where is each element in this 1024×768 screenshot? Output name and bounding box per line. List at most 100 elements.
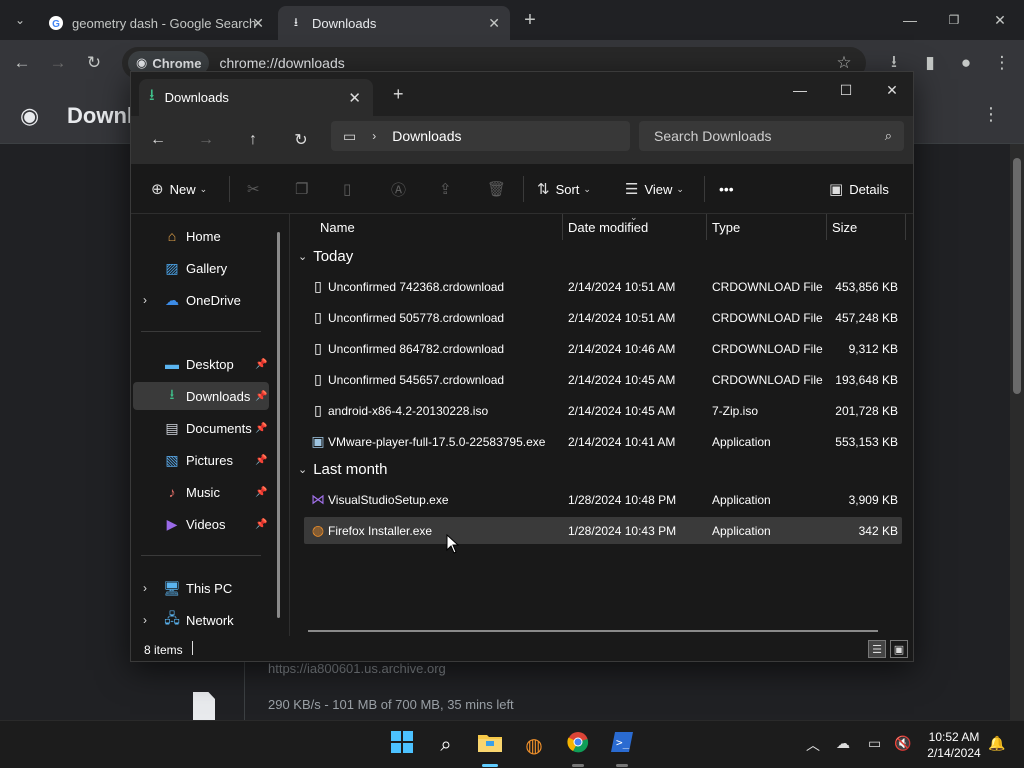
- file-row[interactable]: ▣ VMware-player-full-17.5.0-22583795.exe…: [304, 428, 902, 455]
- pin-icon[interactable]: 📌: [255, 487, 267, 498]
- tiles-view-icon[interactable]: ▣: [890, 640, 908, 658]
- view-button[interactable]: ☰ View ⌄: [625, 176, 684, 202]
- reload-icon[interactable]: ↻: [80, 49, 108, 77]
- breadcrumb[interactable]: Downloads: [392, 128, 461, 144]
- copy-button[interactable]: ❐: [295, 176, 314, 202]
- new-tab-button[interactable]: +: [516, 6, 544, 34]
- chrome-tab-downloads[interactable]: ⭳ Downloads ✕: [278, 6, 510, 40]
- back-icon[interactable]: ←: [8, 49, 36, 77]
- nav-item-this-pc[interactable]: › 🖥 This PC: [133, 574, 269, 602]
- forward-icon[interactable]: →: [191, 126, 221, 154]
- forward-icon[interactable]: →: [44, 49, 72, 77]
- close-icon[interactable]: ✕: [252, 15, 264, 32]
- column-divider[interactable]: [706, 214, 707, 240]
- up-icon[interactable]: ↑: [238, 126, 268, 154]
- notification-bell-icon[interactable]: 🔔: [988, 735, 1005, 752]
- start-button[interactable]: [386, 729, 418, 761]
- horizontal-scrollbar[interactable]: [308, 630, 878, 632]
- pin-icon[interactable]: 📌: [255, 519, 267, 530]
- chrome-tab-google-search[interactable]: G geometry dash - Google Search ✕: [38, 6, 274, 40]
- delete-button[interactable]: 🗑: [487, 176, 512, 202]
- new-tab-button[interactable]: +: [393, 84, 404, 105]
- back-icon[interactable]: ←: [143, 126, 173, 154]
- chevron-right-icon[interactable]: ›: [143, 293, 147, 307]
- volume-muted-icon[interactable]: 🔇: [894, 735, 911, 752]
- file-row[interactable]: ▯ Unconfirmed 545657.crdownload 2/14/202…: [304, 366, 902, 393]
- menu-icon[interactable]: ⋮: [988, 49, 1016, 77]
- download-source-url[interactable]: https://ia800601.us.archive.org: [268, 661, 446, 676]
- close-window-icon[interactable]: ✕: [869, 76, 915, 104]
- pin-icon[interactable]: 📌: [255, 359, 267, 370]
- file-row-selected[interactable]: ◍ Firefox Installer.exe 1/28/2024 10:43 …: [304, 517, 902, 544]
- chevron-right-icon[interactable]: ›: [372, 129, 376, 143]
- taskbar-chrome[interactable]: [562, 729, 594, 767]
- column-divider[interactable]: [562, 214, 563, 240]
- file-icon: ▯: [314, 371, 322, 387]
- nav-item-onedrive[interactable]: › ☁ OneDrive: [133, 286, 269, 314]
- svg-text:G: G: [52, 19, 60, 30]
- pin-icon[interactable]: 📌: [255, 423, 267, 434]
- page-scrollbar[interactable]: [1010, 144, 1024, 720]
- rename-button[interactable]: Ⓐ: [391, 176, 412, 202]
- column-header-date-modified[interactable]: Date modified: [568, 220, 648, 235]
- tab-search-icon[interactable]: ⌄: [6, 6, 34, 34]
- chevron-up-icon[interactable]: ︿: [806, 735, 820, 755]
- group-header-last-month[interactable]: ⌄ Last month: [298, 461, 387, 478]
- pin-icon[interactable]: 📌: [255, 455, 267, 466]
- file-row[interactable]: ▯ Unconfirmed 864782.crdownload 2/14/202…: [304, 335, 902, 362]
- search-button[interactable]: ⌕: [430, 729, 462, 761]
- share-button[interactable]: ⇪: [439, 176, 458, 202]
- search-input[interactable]: Search Downloads ⌕: [639, 121, 904, 151]
- navigation-pane-scrollbar[interactable]: [277, 232, 280, 618]
- refresh-icon[interactable]: ↻: [286, 126, 316, 154]
- taskbar-powershell[interactable]: >_: [606, 729, 638, 767]
- file-row[interactable]: ⋈ VisualStudioSetup.exe 1/28/2024 10:48 …: [304, 486, 902, 513]
- sort-button[interactable]: ⇅ Sort ⌄: [537, 176, 591, 202]
- minimize-icon[interactable]: —: [896, 6, 924, 34]
- column-header-name[interactable]: Name: [320, 220, 355, 235]
- profile-icon[interactable]: ●: [952, 49, 980, 77]
- network-status-icon[interactable]: ▭: [868, 735, 881, 752]
- paste-button[interactable]: ▯: [343, 176, 357, 202]
- onedrive-icon[interactable]: ☁: [836, 735, 850, 752]
- nav-item-documents[interactable]: ▤ Documents 📌: [133, 414, 269, 442]
- details-view-icon[interactable]: ☰: [868, 640, 886, 658]
- file-row[interactable]: ▯ Unconfirmed 742368.crdownload 2/14/202…: [304, 273, 902, 300]
- close-icon[interactable]: ✕: [488, 15, 500, 32]
- chevron-right-icon[interactable]: ›: [143, 613, 147, 627]
- maximize-icon[interactable]: ☐: [823, 76, 869, 104]
- explorer-tab-downloads[interactable]: ⭳ Downloads ✕: [139, 79, 373, 116]
- column-divider[interactable]: [905, 214, 906, 240]
- nav-item-gallery[interactable]: ▨ Gallery: [133, 254, 269, 282]
- pin-icon[interactable]: 📌: [255, 391, 267, 402]
- group-header-today[interactable]: ⌄ Today: [298, 248, 353, 265]
- column-header-size[interactable]: Size: [832, 220, 857, 235]
- minimize-icon[interactable]: —: [777, 76, 823, 104]
- more-options-button[interactable]: •••: [719, 176, 734, 202]
- chevron-right-icon[interactable]: ›: [143, 581, 147, 595]
- nav-item-music[interactable]: ♪ Music 📌: [133, 478, 269, 506]
- nav-item-pictures[interactable]: ▧ Pictures 📌: [133, 446, 269, 474]
- nav-item-desktop[interactable]: ▬ Desktop 📌: [133, 350, 269, 378]
- taskbar-firefox[interactable]: ◍: [518, 729, 550, 761]
- scrollbar-thumb[interactable]: [1013, 158, 1021, 394]
- file-row[interactable]: ▯ Unconfirmed 505778.crdownload 2/14/202…: [304, 304, 902, 331]
- cut-button[interactable]: ✂: [247, 176, 266, 202]
- side-panel-icon[interactable]: ▮: [916, 49, 944, 77]
- nav-item-network[interactable]: › 🖧 Network: [133, 606, 269, 634]
- more-icon[interactable]: ⋮: [982, 104, 1000, 125]
- system-clock[interactable]: 10:52 AM 2/14/2024: [916, 729, 992, 761]
- restore-icon[interactable]: ❐: [940, 6, 968, 34]
- details-pane-button[interactable]: ▣ Details: [829, 176, 889, 202]
- nav-item-videos[interactable]: ▶ Videos 📌: [133, 510, 269, 538]
- address-bar[interactable]: ▭ › Downloads: [331, 121, 630, 151]
- nav-item-downloads[interactable]: ⭳ Downloads 📌: [133, 382, 269, 410]
- column-divider[interactable]: [826, 214, 827, 240]
- file-row[interactable]: ▯ android-x86-4.2-20130228.iso 2/14/2024…: [304, 397, 902, 424]
- taskbar-file-explorer[interactable]: [474, 729, 506, 767]
- close-icon[interactable]: ✕: [348, 89, 361, 107]
- nav-item-home[interactable]: ⌂ Home: [133, 222, 269, 250]
- new-button[interactable]: ⊕ New ⌄: [151, 176, 207, 202]
- column-header-type[interactable]: Type: [712, 220, 740, 235]
- close-window-icon[interactable]: ✕: [986, 6, 1014, 34]
